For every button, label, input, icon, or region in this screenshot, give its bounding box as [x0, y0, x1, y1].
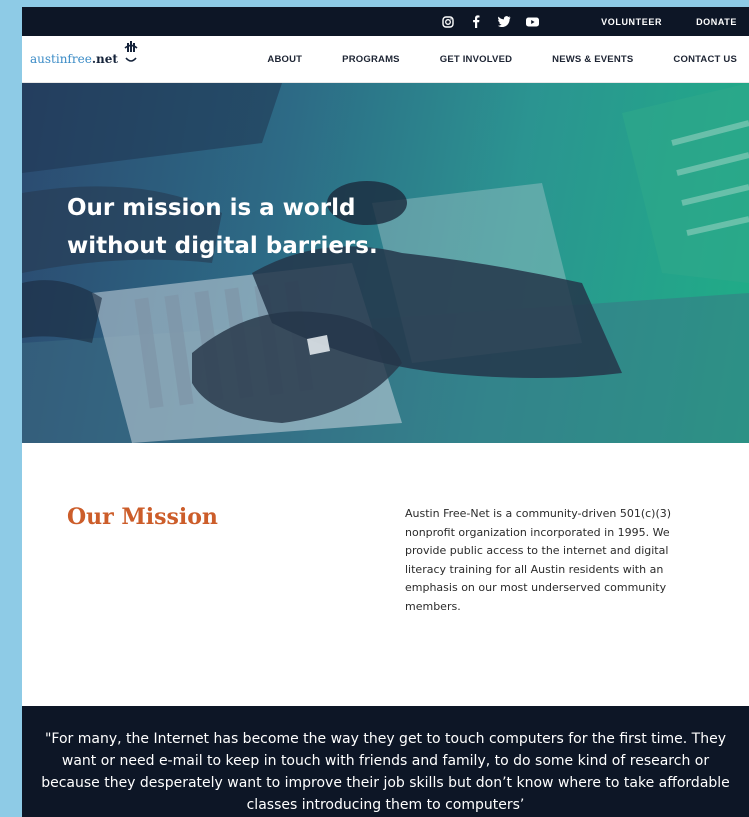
instagram-icon[interactable] — [441, 15, 455, 29]
site-logo[interactable]: austinfree.net — [30, 40, 139, 72]
hero-banner: Our mission is a world without digital b… — [22, 83, 749, 443]
logo-wordmark: austinfree.net — [30, 52, 118, 66]
facebook-icon[interactable] — [469, 15, 483, 29]
nav-about[interactable]: ABOUT — [267, 54, 302, 65]
website-page: VOLUNTEER DONATE austinfree.net ABOUT PR… — [22, 7, 749, 817]
hero-title: Our mission is a world without digital b… — [67, 195, 378, 259]
cursor-hand-icon — [123, 40, 139, 72]
nav-links: ABOUT PROGRAMS GET INVOLVED NEWS & EVENT… — [267, 36, 737, 82]
main-nav: austinfree.net ABOUT PROGRAMS GET INVOLV… — [22, 36, 749, 83]
logo-brand: austinfree — [30, 52, 92, 66]
nav-news-events[interactable]: NEWS & EVENTS — [552, 54, 633, 65]
quote-section: "For many, the Internet has become the w… — [22, 706, 749, 817]
volunteer-link[interactable]: VOLUNTEER — [601, 17, 662, 27]
nav-contact-us[interactable]: CONTACT US — [673, 54, 737, 65]
twitter-icon[interactable] — [497, 15, 511, 29]
donate-link[interactable]: DONATE — [696, 17, 737, 27]
social-links — [441, 15, 539, 29]
quote-text: "For many, the Internet has become the w… — [41, 731, 730, 813]
youtube-icon[interactable] — [525, 15, 539, 29]
logo-suffix: .net — [91, 52, 118, 66]
mission-heading: Our Mission — [67, 504, 218, 530]
nav-programs[interactable]: PROGRAMS — [342, 54, 400, 65]
mission-body: Austin Free-Net is a community-driven 50… — [405, 507, 672, 613]
utility-bar: VOLUNTEER DONATE — [22, 7, 749, 36]
nav-get-involved[interactable]: GET INVOLVED — [440, 54, 512, 65]
mission-section: Our Mission Austin Free-Net is a communi… — [22, 443, 749, 706]
